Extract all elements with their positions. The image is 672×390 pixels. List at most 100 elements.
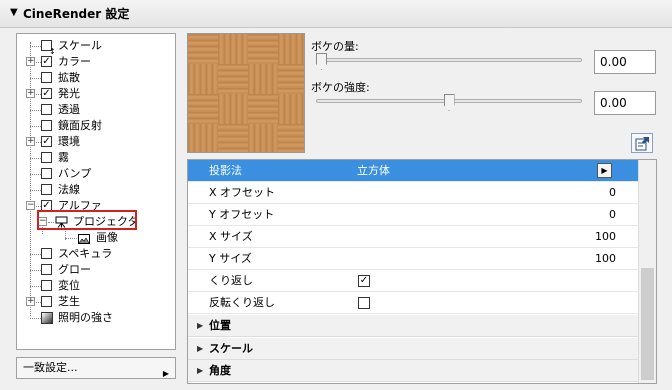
tree-item-label: 変位 bbox=[58, 279, 80, 292]
tree-item-image[interactable]: 画像 bbox=[17, 230, 175, 246]
tree-item-bump[interactable]: バンプ bbox=[17, 166, 175, 182]
bokeh-strength-label: ボケの強度: bbox=[311, 81, 370, 94]
prop-name: 反転くり返し bbox=[209, 296, 275, 309]
tree-item-label: 発光 bbox=[58, 87, 80, 100]
prop-row-mirror-tile[interactable]: 反転くり返し bbox=[188, 292, 638, 314]
triangle-right-icon: ▶ bbox=[197, 321, 204, 330]
tree-item-illumination[interactable]: 照明の強さ bbox=[17, 310, 175, 326]
expand-icon[interactable]: + bbox=[26, 57, 35, 66]
bokeh-strength-field[interactable]: 0.00 bbox=[594, 91, 656, 115]
checkbox[interactable] bbox=[41, 104, 52, 115]
group-label: 位置 bbox=[209, 319, 231, 332]
group-label: スケール bbox=[209, 342, 253, 355]
tree-item-label: 法線 bbox=[58, 183, 80, 196]
channel-tree: ↕ スケール + ✓ カラー 拡散 + ✓ 発光 透過 鏡面反射 + ✓ 環境 bbox=[16, 33, 176, 350]
tree-item-label: 画像 bbox=[96, 231, 118, 244]
checkbox[interactable]: ✓ bbox=[41, 56, 52, 67]
scrollbar-thumb[interactable] bbox=[641, 268, 654, 380]
tree-item-label: スペキュラ bbox=[58, 247, 113, 260]
bokeh-strength-thumb[interactable] bbox=[443, 94, 455, 111]
checkbox[interactable] bbox=[41, 296, 52, 307]
checkbox[interactable]: ✓ bbox=[41, 88, 52, 99]
prop-value[interactable]: 0 bbox=[609, 182, 616, 204]
mirror-tile-checkbox[interactable] bbox=[358, 297, 370, 309]
checkbox[interactable]: ✓ bbox=[41, 136, 52, 147]
panel-header[interactable]: ▼ CineRender 設定 bbox=[0, 0, 672, 28]
edit-button[interactable] bbox=[631, 133, 653, 153]
prop-row-projection[interactable]: 投影法 立方体 ▶ bbox=[188, 160, 638, 182]
tree-item-label: 透過 bbox=[58, 103, 80, 116]
tree-item-scale[interactable]: ↕ スケール bbox=[17, 38, 175, 56]
tree-item-environment[interactable]: + ✓ 環境 bbox=[17, 134, 175, 150]
expand-icon[interactable]: + bbox=[26, 137, 35, 146]
collapse-icon[interactable]: − bbox=[26, 201, 35, 210]
prop-value[interactable]: 0 bbox=[609, 204, 616, 226]
prop-value[interactable]: 100 bbox=[595, 248, 616, 270]
group-angle[interactable]: ▶ 角度 bbox=[188, 360, 638, 382]
tree-item-luminance[interactable]: + ✓ 発光 bbox=[17, 86, 175, 102]
dropdown-label: 一致設定... bbox=[23, 361, 78, 374]
prop-name: Y オフセット bbox=[209, 208, 275, 221]
tree-item-label: 霧 bbox=[58, 151, 69, 164]
bokeh-amount-field[interactable]: 0.00 bbox=[594, 50, 656, 74]
match-settings-dropdown[interactable]: 一致設定... ▶ bbox=[16, 357, 176, 379]
group-scale[interactable]: ▶ スケール bbox=[188, 338, 638, 360]
popup-arrow-icon[interactable]: ▶ bbox=[597, 163, 612, 178]
collapse-triangle-icon[interactable]: ▼ bbox=[10, 7, 18, 18]
tree-item-reflection[interactable]: 鏡面反射 bbox=[17, 118, 175, 134]
checkbox[interactable] bbox=[41, 120, 52, 131]
tree-item-displacement[interactable]: 変位 bbox=[17, 278, 175, 294]
tree-item-label: カラー bbox=[58, 55, 91, 68]
tree-item-label: グロー bbox=[58, 263, 91, 276]
prop-row-y-offset[interactable]: Y オフセット 0 bbox=[188, 204, 638, 226]
tile-checkbox[interactable]: ✓ bbox=[358, 275, 370, 287]
tree-item-label: 鏡面反射 bbox=[58, 119, 102, 132]
edit-document-icon bbox=[635, 136, 650, 154]
checkbox[interactable] bbox=[41, 264, 52, 275]
prop-name: X サイズ bbox=[209, 230, 253, 243]
tree-item-grass[interactable]: + 芝生 bbox=[17, 294, 175, 310]
properties-scrollbar[interactable] bbox=[638, 160, 656, 383]
tree-item-fog[interactable]: 霧 bbox=[17, 150, 175, 166]
image-icon bbox=[78, 233, 90, 244]
prop-value: 立方体 bbox=[357, 164, 390, 177]
tree-item-specular[interactable]: スペキュラ bbox=[17, 246, 175, 262]
expand-icon[interactable]: + bbox=[26, 89, 35, 98]
texture-preview bbox=[187, 33, 305, 153]
prop-row-x-offset[interactable]: X オフセット 0 bbox=[188, 182, 638, 204]
tree-item-label: 環境 bbox=[58, 135, 80, 148]
checkbox[interactable] bbox=[41, 152, 52, 163]
illumination-icon bbox=[41, 312, 53, 324]
bokeh-amount-thumb[interactable] bbox=[316, 53, 327, 70]
prop-row-y-size[interactable]: Y サイズ 100 bbox=[188, 248, 638, 270]
checkbox[interactable] bbox=[41, 280, 52, 291]
tree-item-label: 芝生 bbox=[58, 295, 80, 308]
tree-item-color[interactable]: + ✓ カラー bbox=[17, 54, 175, 70]
prop-value[interactable]: 100 bbox=[595, 226, 616, 248]
tree-item-normal[interactable]: 法線 bbox=[17, 182, 175, 198]
prop-row-tile[interactable]: くり返し ✓ bbox=[188, 270, 638, 292]
checkbox[interactable] bbox=[41, 168, 52, 179]
group-position[interactable]: ▶ 位置 bbox=[188, 315, 638, 337]
checkbox[interactable] bbox=[41, 248, 52, 259]
bokeh-amount-slider[interactable] bbox=[316, 58, 582, 62]
prop-name: 投影法 bbox=[209, 164, 242, 177]
expand-icon[interactable]: + bbox=[26, 297, 35, 306]
bokeh-amount-label: ボケの量: bbox=[311, 40, 359, 53]
triangle-right-icon: ▶ bbox=[197, 366, 204, 375]
projector-properties: 投影法 立方体 ▶ X オフセット 0 Y オフセット 0 X サイズ 100 … bbox=[187, 159, 657, 384]
panel-title: CineRender 設定 bbox=[23, 7, 130, 21]
prop-row-x-size[interactable]: X サイズ 100 bbox=[188, 226, 638, 248]
checkbox[interactable] bbox=[41, 72, 52, 83]
tree-item-label: 拡散 bbox=[58, 71, 80, 84]
triangle-right-icon: ▶ bbox=[162, 369, 169, 378]
tree-item-glow[interactable]: グロー bbox=[17, 262, 175, 278]
prop-name: Y サイズ bbox=[209, 252, 252, 265]
tree-item-label: バンプ bbox=[58, 167, 92, 180]
tree-item-diffusion[interactable]: 拡散 bbox=[17, 70, 175, 86]
tree-item-transparency[interactable]: 透過 bbox=[17, 102, 175, 118]
tree-item-label: スケール bbox=[58, 39, 102, 52]
selection-highlight bbox=[37, 210, 137, 230]
prop-name: くり返し bbox=[209, 274, 253, 287]
checkbox[interactable] bbox=[41, 184, 52, 195]
